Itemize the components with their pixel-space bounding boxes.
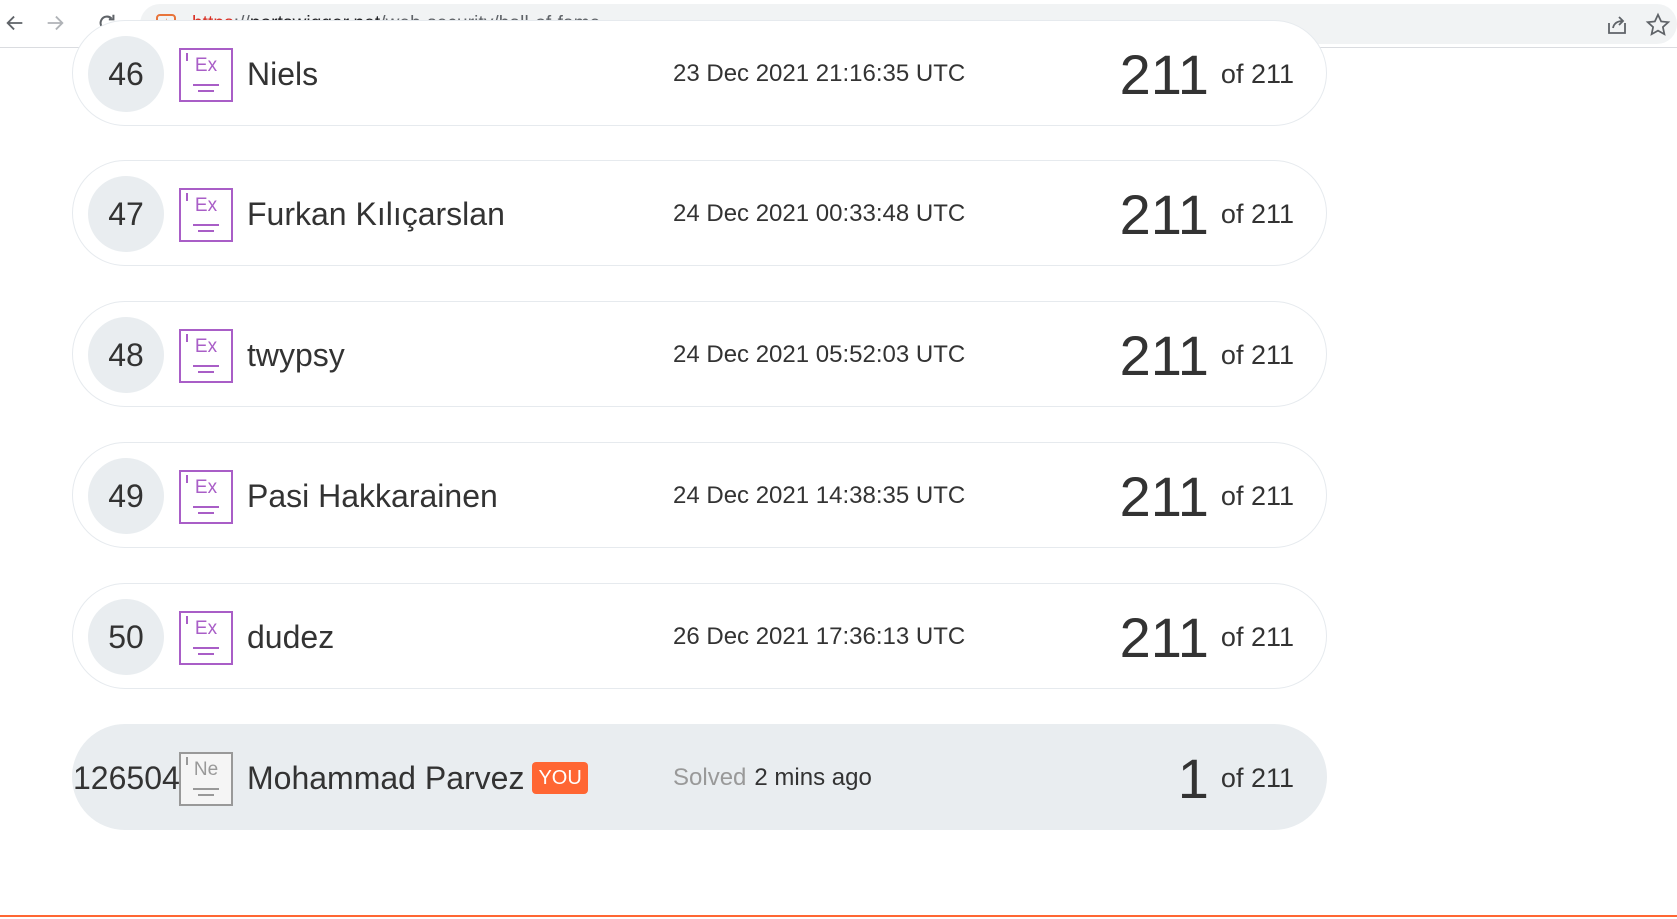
completion-date: 24 Dec 2021 05:52:03 UTC bbox=[673, 341, 966, 368]
rank-number: 46 bbox=[88, 36, 164, 112]
expert-level-badge-icon: Ex bbox=[179, 611, 233, 665]
badge-symbol: Ex bbox=[194, 195, 218, 216]
user-name[interactable]: Mohammad Parvez bbox=[247, 760, 524, 797]
leaderboard-row: 47 Ex Furkan Kılıçarslan 24 Dec 2021 00:… bbox=[72, 160, 1327, 266]
hall-of-fame-list: 46 Ex Niels 23 Dec 2021 21:16:35 UTC 211… bbox=[0, 0, 1677, 919]
you-badge: YOU bbox=[532, 762, 588, 794]
novice-level-badge-icon: Ne bbox=[179, 752, 233, 806]
score: 211 of 211 bbox=[1120, 161, 1294, 267]
current-user-row: 126504 Ne Mohammad Parvez YOU Solved 2 m… bbox=[72, 724, 1327, 830]
labs-solved: 1 bbox=[1177, 746, 1209, 810]
badge-symbol: Ne bbox=[193, 759, 219, 780]
expert-level-badge-icon: Ex bbox=[179, 48, 233, 102]
labs-total: of 211 bbox=[1220, 58, 1294, 89]
score: 211 of 211 bbox=[1120, 584, 1294, 690]
expert-level-badge-icon: Ex bbox=[179, 329, 233, 383]
labs-total: of 211 bbox=[1220, 480, 1294, 511]
labs-total: of 211 bbox=[1220, 762, 1294, 793]
completion-date: 24 Dec 2021 14:38:35 UTC bbox=[673, 482, 966, 509]
leaderboard-row: 46 Ex Niels 23 Dec 2021 21:16:35 UTC 211… bbox=[72, 20, 1327, 126]
user-name[interactable]: twypsy bbox=[247, 302, 345, 408]
labs-solved: 211 bbox=[1119, 605, 1209, 669]
rank-number: 49 bbox=[88, 458, 164, 534]
labs-solved: 211 bbox=[1119, 464, 1209, 528]
section-divider bbox=[0, 915, 1677, 917]
score: 211 of 211 bbox=[1120, 21, 1294, 127]
labs-total: of 211 bbox=[1220, 339, 1294, 370]
user-name[interactable]: dudez bbox=[247, 584, 334, 690]
user-name[interactable]: Niels bbox=[247, 21, 318, 127]
score: 211 of 211 bbox=[1120, 443, 1294, 549]
badge-symbol: Ex bbox=[194, 618, 218, 639]
labs-solved: 211 bbox=[1119, 42, 1209, 106]
solved-status: Solved 2 mins ago bbox=[673, 725, 872, 831]
user-name[interactable]: Pasi Hakkarainen bbox=[247, 443, 498, 549]
solved-label: Solved bbox=[673, 764, 747, 791]
badge-symbol: Ex bbox=[194, 477, 218, 498]
rank-number: 47 bbox=[88, 176, 164, 252]
expert-level-badge-icon: Ex bbox=[179, 188, 233, 242]
rank-number: 50 bbox=[88, 599, 164, 675]
solved-time: 2 mins ago bbox=[754, 764, 872, 791]
labs-solved: 211 bbox=[1119, 182, 1209, 246]
rank-number: 126504 bbox=[73, 759, 180, 796]
labs-total: of 211 bbox=[1220, 621, 1294, 652]
rank-number: 48 bbox=[88, 317, 164, 393]
completion-date: 23 Dec 2021 21:16:35 UTC bbox=[673, 60, 966, 87]
score: 1 of 211 bbox=[1178, 725, 1294, 831]
badge-symbol: Ex bbox=[194, 55, 218, 76]
expert-level-badge-icon: Ex bbox=[179, 470, 233, 524]
labs-solved: 211 bbox=[1119, 323, 1209, 387]
score: 211 of 211 bbox=[1120, 302, 1294, 408]
leaderboard-row: 48 Ex twypsy 24 Dec 2021 05:52:03 UTC 21… bbox=[72, 301, 1327, 407]
completion-date: 24 Dec 2021 00:33:48 UTC bbox=[673, 200, 966, 227]
user-name-container: Mohammad Parvez YOU bbox=[247, 725, 588, 831]
completion-date: 26 Dec 2021 17:36:13 UTC bbox=[673, 623, 966, 650]
leaderboard-row: 50 Ex dudez 26 Dec 2021 17:36:13 UTC 211… bbox=[72, 583, 1327, 689]
leaderboard-row: 49 Ex Pasi Hakkarainen 24 Dec 2021 14:38… bbox=[72, 442, 1327, 548]
user-name[interactable]: Furkan Kılıçarslan bbox=[247, 161, 505, 267]
labs-total: of 211 bbox=[1220, 198, 1294, 229]
badge-symbol: Ex bbox=[194, 336, 218, 357]
